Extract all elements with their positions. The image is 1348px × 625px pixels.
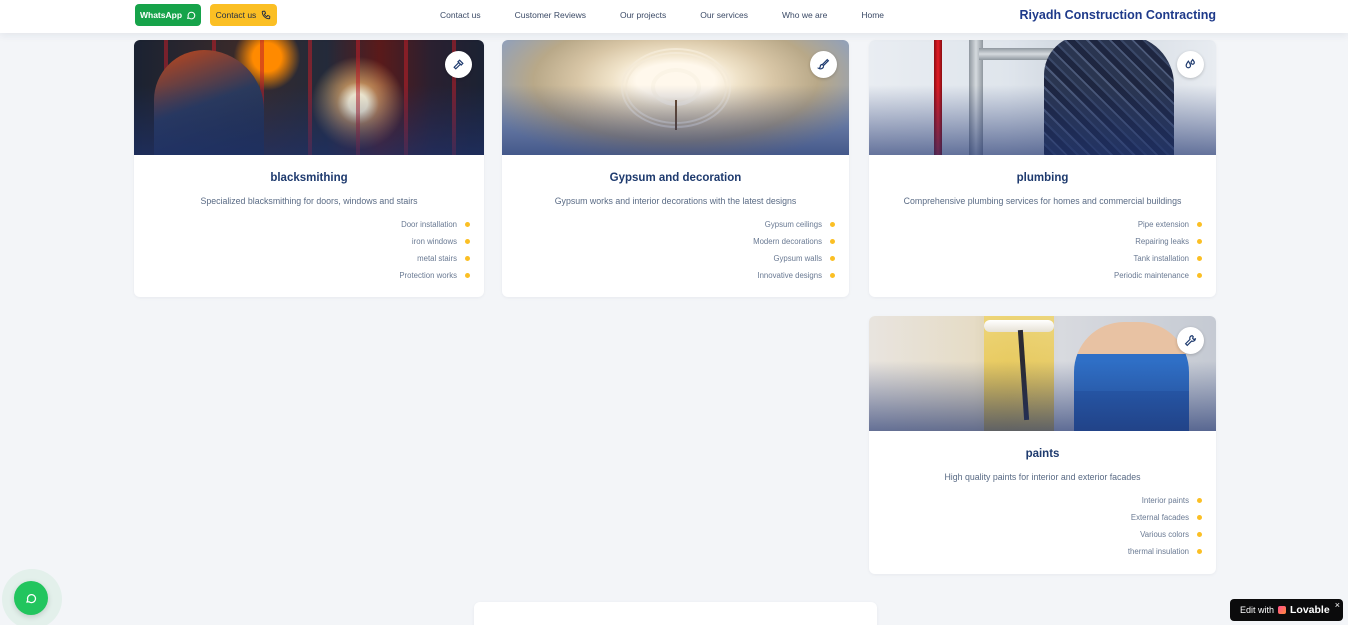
whatsapp-button[interactable]: WhatsApp [135, 4, 201, 26]
lovable-heart-icon [1278, 606, 1287, 614]
bullet-dot-icon [1197, 273, 1202, 278]
list-item: Gypsum ceilings [765, 219, 835, 230]
service-features-list: Interior paints External facades Various… [869, 495, 1216, 557]
bullet-dot-icon [465, 222, 470, 227]
bullet-dot-icon [830, 239, 835, 244]
bullet-dot-icon [830, 222, 835, 227]
service-description: Comprehensive plumbing services for home… [903, 196, 1182, 206]
phone-icon [262, 10, 271, 20]
service-card-gypsum[interactable]: Gypsum and decoration Gypsum works and i… [502, 40, 849, 297]
list-item: External facades [1131, 512, 1202, 523]
close-icon[interactable]: × [1335, 600, 1340, 610]
nav-link-contact-us[interactable]: Contact us [440, 10, 481, 20]
bullet-dot-icon [465, 239, 470, 244]
service-description: Gypsum works and interior decorations wi… [554, 196, 797, 206]
list-item: Pipe extension [1138, 219, 1202, 230]
nav-link-our-services[interactable]: Our services [700, 10, 748, 20]
hammer-icon [445, 51, 472, 78]
bullet-dot-icon [1197, 532, 1202, 537]
list-item: Door installation [401, 219, 470, 230]
edit-with-label: Edit with [1240, 605, 1275, 615]
contact-us-button-label: Contact us [215, 10, 257, 20]
whatsapp-button-label: WhatsApp [139, 10, 183, 20]
list-item: Tank installation [1134, 253, 1202, 264]
service-card-blacksmithing[interactable]: blacksmithing Specialized blacksmithing … [134, 40, 484, 297]
nav-link-customer-reviews[interactable]: Customer Reviews [515, 10, 586, 20]
site-header: WhatsApp Contact us Contact us Customer … [0, 0, 1348, 33]
list-item: thermal insulation [1128, 546, 1202, 557]
chat-bubble-icon [186, 11, 196, 20]
list-item: Protection works [399, 270, 470, 281]
service-card-paints[interactable]: paints High quality paints for interior … [869, 316, 1216, 574]
service-image-blacksmithing [134, 40, 484, 155]
list-item: Periodic maintenance [1114, 270, 1202, 281]
bullet-dot-icon [465, 273, 470, 278]
service-image-gypsum [502, 40, 849, 155]
service-image-paints [869, 316, 1216, 431]
list-item: Repairing leaks [1135, 236, 1202, 247]
service-title: Gypsum and decoration [609, 172, 742, 184]
service-title: plumbing [1016, 172, 1069, 184]
floating-chat-button[interactable] [14, 581, 48, 615]
bullet-dot-icon [1197, 239, 1202, 244]
service-image-plumbing [869, 40, 1216, 155]
nav-link-who-we-are[interactable]: Who we are [782, 10, 827, 20]
list-item: Various colors [1140, 529, 1202, 540]
nav-link-our-projects[interactable]: Our projects [620, 10, 666, 20]
next-section-card [474, 602, 877, 625]
bullet-dot-icon [1197, 222, 1202, 227]
service-description: High quality paints for interior and ext… [944, 472, 1141, 482]
list-item: iron windows [412, 236, 470, 247]
service-features-list: Pipe extension Repairing leaks Tank inst… [869, 219, 1216, 281]
bullet-dot-icon [1197, 498, 1202, 503]
contact-us-button[interactable]: Contact us [210, 4, 277, 26]
main-nav: Contact us Customer Reviews Our projects… [440, 10, 884, 20]
brand-logo-text[interactable]: Riyadh Construction Contracting [1019, 8, 1216, 22]
list-item: Innovative designs [757, 270, 835, 281]
service-card-plumbing[interactable]: plumbing Comprehensive plumbing services… [869, 40, 1216, 297]
service-features-list: Gypsum ceilings Modern decorations Gypsu… [502, 219, 849, 281]
service-title: paints [1025, 448, 1060, 460]
list-item: Modern decorations [753, 236, 835, 247]
droplets-icon [1177, 51, 1204, 78]
bullet-dot-icon [1197, 256, 1202, 261]
bullet-dot-icon [830, 256, 835, 261]
bullet-dot-icon [830, 273, 835, 278]
edit-with-lovable-badge[interactable]: Edit with Lovable × [1230, 599, 1343, 621]
list-item: metal stairs [417, 253, 470, 264]
lovable-brand-label: Lovable [1290, 604, 1330, 616]
wrench-icon [1177, 327, 1204, 354]
bullet-dot-icon [1197, 515, 1202, 520]
chat-bubble-icon [26, 594, 37, 604]
bullet-dot-icon [465, 256, 470, 261]
bullet-dot-icon [1197, 549, 1202, 554]
nav-link-home[interactable]: Home [861, 10, 884, 20]
list-item: Interior paints [1142, 495, 1202, 506]
list-item: Gypsum walls [773, 253, 835, 264]
service-features-list: Door installation iron windows metal sta… [134, 219, 484, 281]
service-title: blacksmithing [270, 172, 348, 184]
paintbrush-icon [810, 51, 837, 78]
service-description: Specialized blacksmithing for doors, win… [200, 196, 418, 206]
